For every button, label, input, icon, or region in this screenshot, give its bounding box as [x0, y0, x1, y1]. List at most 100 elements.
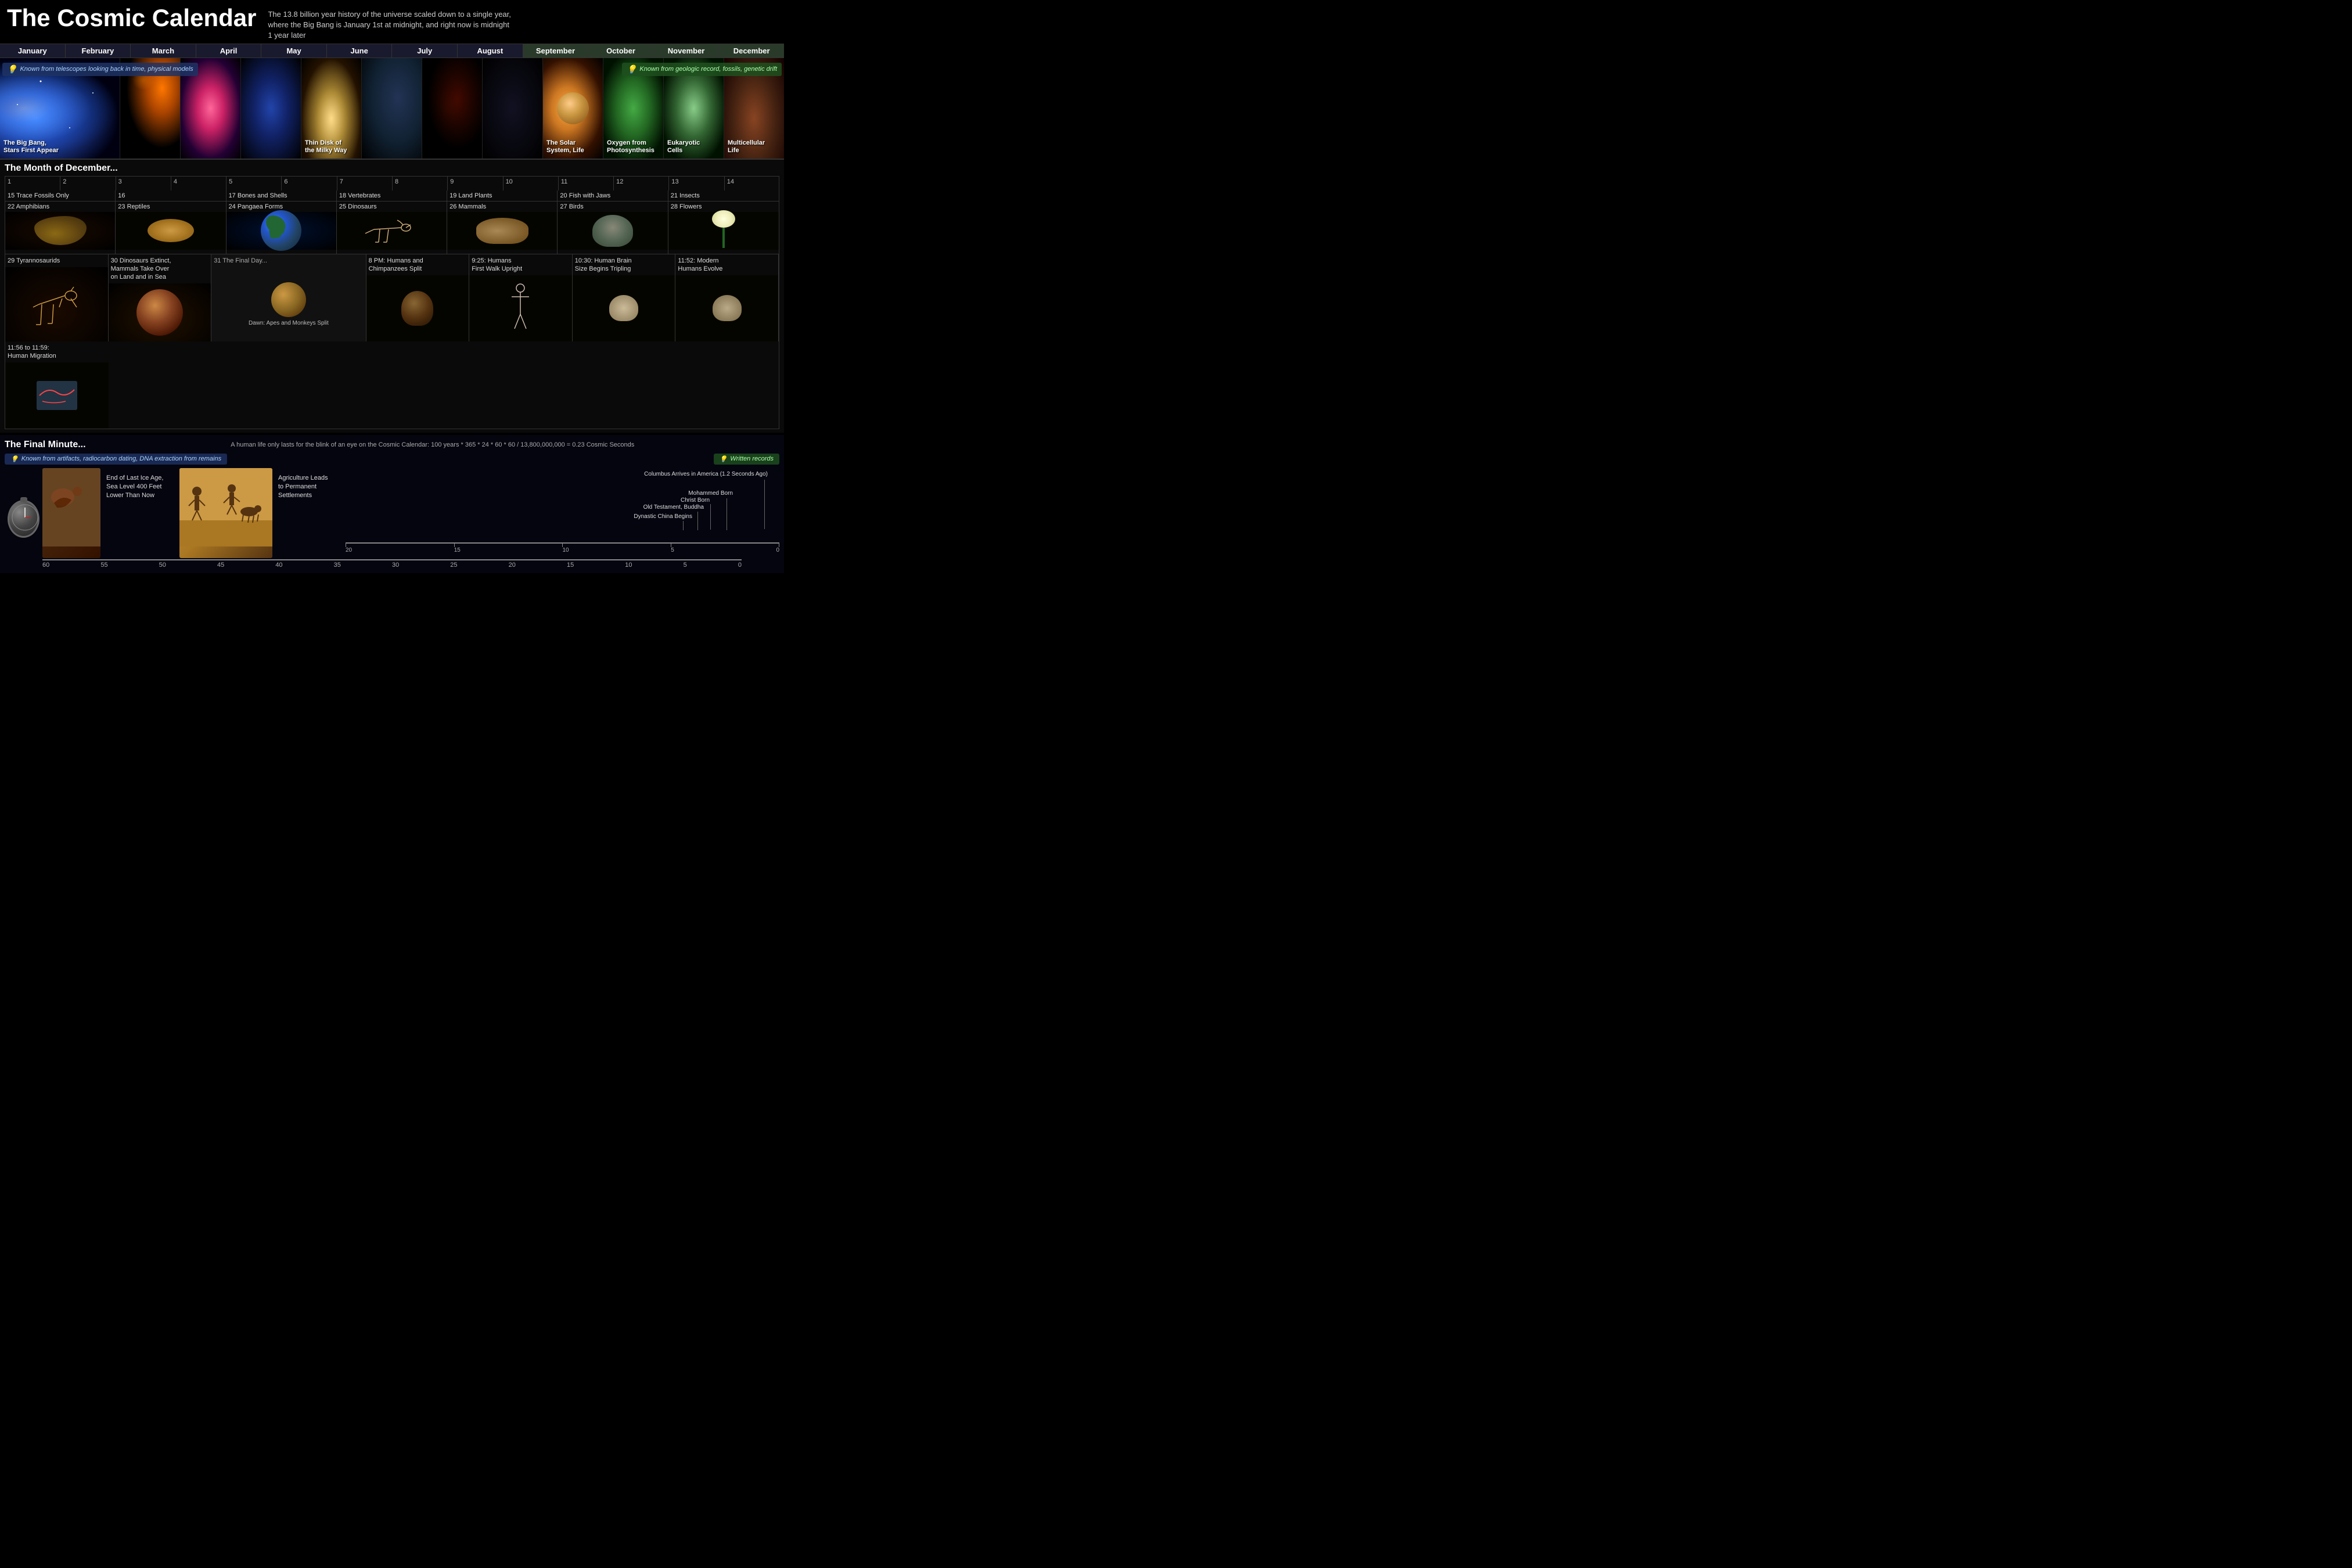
925-label: 9:25: Humans First Walk Upright [469, 254, 572, 276]
dec-day-10: 10 [503, 176, 558, 190]
dec-day-1: 1 [5, 176, 60, 190]
dec-event-17: 17 Bones and Shells [226, 190, 337, 201]
axis-label-10: 10 [625, 562, 632, 569]
strip-july [422, 58, 483, 159]
dec-event-8pm: 8 PM: Humans and Chimpanzees Split [366, 254, 470, 341]
month-bar: January February March April May June Ju… [0, 44, 784, 58]
dec-event-birds: 27 Birds [558, 202, 668, 254]
mammal-creature [476, 218, 528, 244]
dec-day-7: 7 [337, 176, 392, 190]
dec-event-amphibians: 22 Amphibians [5, 202, 116, 254]
timeline-content: End of Last Ice Age, Sea Level 400 Feet … [5, 468, 779, 558]
axis-label-45: 45 [217, 562, 224, 569]
stopwatch-face [10, 503, 39, 532]
dec-event-19: 19 Land Plants [447, 190, 558, 201]
final-day-label: 31 The Final Day... [211, 254, 365, 267]
tick-labels: 20 15 10 5 0 [346, 547, 779, 553]
birds-label: 27 Birds [558, 202, 667, 212]
agriculture-label: Agriculture Leads to Permanent Settlemen… [278, 474, 328, 501]
axis-label-25: 25 [450, 562, 457, 569]
dec-event-18: 18 Vertebrates [337, 190, 447, 201]
pangaea-globe [261, 210, 301, 251]
axis-label-5: 5 [684, 562, 687, 569]
dec-event-tyrannosaurids: 29 Tyrannosaurids [5, 254, 109, 341]
1156-label: 11:56 to 11:59: Human Migration [5, 341, 109, 363]
header: The Cosmic Calendar The 13.8 billion yea… [0, 0, 784, 44]
strip-april [241, 58, 301, 159]
dec-event-21: 21 Insects [668, 190, 779, 201]
strip-label-bigbang: The Big Bang, Stars First Appear [3, 139, 59, 154]
tick-label-10: 10 [563, 547, 569, 553]
axis-label-50: 50 [159, 562, 166, 569]
amphibians-label: 22 Amphibians [5, 202, 115, 212]
strip-may: Thin Disk of the Milky Way [301, 58, 362, 159]
strip-label-disk: Thin Disk of the Milky Way [305, 139, 347, 154]
axis-label-20: 20 [509, 562, 516, 569]
old-testament-label: Old Testament, Buddha [643, 504, 704, 510]
ice-age-label: End of Last Ice Age, Sea Level 400 Feet … [106, 474, 163, 501]
8pm-label: 8 PM: Humans and Chimpanzees Split [366, 254, 469, 276]
final-minute-title: The Final Minute... [5, 440, 86, 450]
subtitle: The 13.8 billion year history of the uni… [268, 9, 512, 41]
bulb-icon-bottom-right: 💡 [720, 455, 728, 463]
dinosaur-skeleton [362, 213, 420, 248]
dec-day-4: 4 [171, 176, 226, 190]
skull-1152 [713, 295, 742, 321]
dec-event-dinosaurs: 25 Dinosaurs [337, 202, 447, 254]
month-april: April [196, 44, 262, 57]
stopwatch-container [5, 468, 42, 558]
axis-label-40: 40 [275, 562, 282, 569]
strip-june [362, 58, 422, 159]
dec-event-dino-extinct: 30 Dinosaurs Extinct, Mammals Take Over … [109, 254, 212, 341]
tick-label-5: 5 [671, 547, 674, 553]
tick-marks [346, 542, 779, 547]
skull-1030 [609, 295, 638, 321]
month-december: December [719, 44, 784, 57]
strip-label-solar: The Solar System, Life [546, 139, 584, 154]
1030-label: 10:30: Human Brain Size Begins Tripling [573, 254, 675, 276]
dec-event-1156: 11:56 to 11:59: Human Migration [5, 341, 109, 429]
trex-skeleton [30, 278, 82, 330]
dec-event-16: 16 [116, 190, 226, 201]
agriculture-container: Agriculture Leads to Permanent Settlemen… [276, 468, 346, 558]
dec-day-8: 8 [392, 176, 447, 190]
strip-september: The Solar System, Life [543, 58, 603, 159]
month-june: June [327, 44, 393, 57]
month-march: March [131, 44, 196, 57]
axis-label-35: 35 [334, 562, 341, 569]
dec-event-15: 15 Trace Fossils Only [5, 190, 116, 201]
dec-day-11: 11 [558, 176, 613, 190]
1152-label: 11:52: Modern Humans Evolve [675, 254, 778, 276]
dec-day-3: 3 [116, 176, 171, 190]
strip-august [483, 58, 543, 159]
dec-day-9: 9 [447, 176, 502, 190]
dec-day-6: 6 [281, 176, 336, 190]
egypt-svg [179, 468, 272, 546]
flowers-label: 28 Flowers [668, 202, 779, 212]
month-august: August [458, 44, 523, 57]
kb-banner-left: 💡 Known from artifacts, radiocarbon dati… [5, 454, 227, 465]
monkey-creature [271, 282, 306, 317]
dec-day-5: 5 [226, 176, 281, 190]
ice-age-container: End of Last Ice Age, Sea Level 400 Feet … [104, 468, 179, 558]
dec-day-13: 13 [668, 176, 724, 190]
timeline-right: Columbus Arrives in America (1.2 Seconds… [346, 468, 779, 558]
axis-label-30: 30 [392, 562, 399, 569]
migration-map [37, 381, 77, 410]
tick-label-15: 15 [454, 547, 461, 553]
tick-15 [454, 542, 455, 547]
line-dynastic [683, 521, 684, 530]
dec-event-925: 9:25: Humans First Walk Upright [469, 254, 573, 341]
line-columbus [764, 480, 765, 529]
dynastic-china-label: Dynastic China Begins [634, 513, 692, 520]
image-strip: 💡 Known from telescopes looking back in … [0, 58, 784, 160]
strip-label-oxygen: Oxygen from Photosynthesis [607, 139, 654, 154]
line-old-testament [697, 512, 698, 530]
chimp-shape [401, 291, 433, 326]
timeline-section: The Final Minute... A human life only la… [0, 435, 784, 573]
axis-label-60: 60 [42, 562, 49, 569]
kb-text-left: Known from artifacts, radiocarbon dating… [21, 455, 221, 462]
dinosaurs-label: 25 Dinosaurs [337, 202, 447, 212]
month-january: January [0, 44, 66, 57]
dec-event-20: 20 Fish with Jaws [558, 190, 668, 201]
